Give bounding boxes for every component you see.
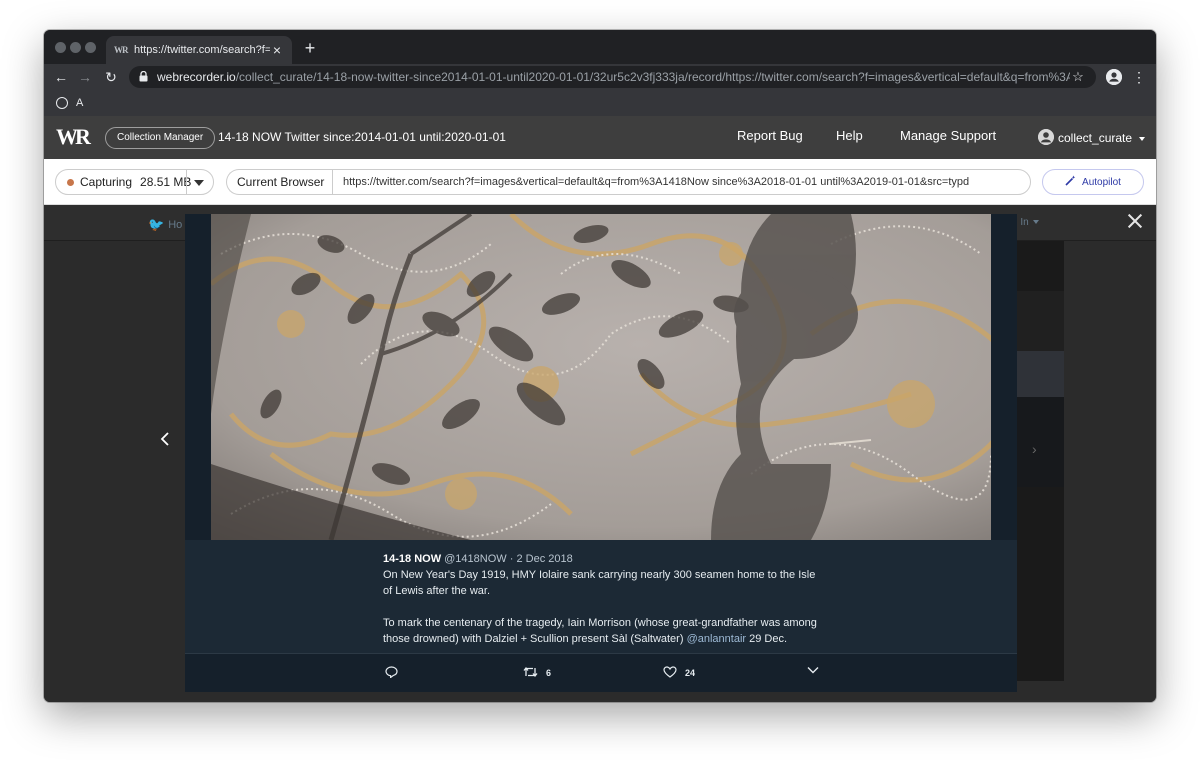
collection-manager-button[interactable]: Collection Manager [105,127,216,149]
bookmark-item[interactable]: A [76,97,83,109]
reply-button[interactable] [385,666,406,680]
user-menu[interactable]: collect_curate [1058,131,1146,145]
capture-size: 28.51 MB [140,175,192,189]
capture-dropdown-icon[interactable] [194,180,204,186]
bookmarks-bar: A [44,90,1156,116]
capture-status-label: Capturing [80,175,133,189]
tweet-author-handle[interactable]: @1418NOW [444,553,507,565]
autopilot-button[interactable]: Autopilot [1042,169,1144,195]
tab-title: https://twitter.com/search?f=ima [134,44,270,56]
lock-icon [139,70,151,84]
retweet-button[interactable]: 6 [523,666,551,680]
tab-favicon-icon: WR [114,45,129,55]
grid-next-icon: › [1032,441,1037,457]
bookmark-star-icon[interactable]: ☆ [1070,69,1086,85]
magic-wand-icon [1065,175,1076,189]
globe-icon[interactable] [56,97,68,109]
collection-title[interactable]: 14-18 NOW Twitter since:2014-01-01 until… [218,130,506,144]
report-bug-link[interactable]: Report Bug [737,128,803,143]
close-modal-icon[interactable] [1128,214,1142,228]
previous-image-icon[interactable] [158,431,172,452]
address-url: webrecorder.io/collect_curate/14-18-now-… [157,70,1070,84]
autopilot-label: Autopilot [1082,176,1121,188]
capture-status[interactable]: Capturing 28.51 MB [55,169,214,195]
browser-menu-icon[interactable]: ⋮ [1132,67,1146,87]
twitter-home-link[interactable]: 🐦 Ho [148,217,182,233]
chevron-down-icon [807,666,827,676]
user-avatar-icon[interactable] [1038,129,1054,145]
manage-support-link[interactable]: Manage Support [900,128,996,143]
tweet-date[interactable]: · 2 Dec 2018 [510,553,573,565]
retweet-count: 6 [546,668,552,678]
profile-icon[interactable] [1106,69,1122,85]
tweet-mention-link[interactable]: @anlanntair [687,633,746,645]
browser-select[interactable]: Current Browser [226,169,332,209]
like-count: 24 [685,668,696,678]
browser-toolbar: ← → ↻ webrecorder.io/collect_curate/14-1… [44,64,1156,90]
help-link[interactable]: Help [836,128,863,143]
close-window-icon[interactable] [55,42,66,53]
heart-icon [663,666,685,680]
replay-content: 🐦 Ho g In › 14-18 NOW @1418NOW · 2 Dec 2… [44,205,1156,702]
maximize-window-icon[interactable] [85,42,96,53]
retweet-icon [523,666,546,680]
tweet-details: 14-18 NOW @1418NOW · 2 Dec 2018 On New Y… [185,540,1017,653]
back-icon[interactable]: ← [51,67,71,87]
browser-window: WR https://twitter.com/search?f=ima × + … [44,30,1156,702]
tweet-text-line2: To mark the centenary of the tragedy, Ia… [383,617,817,645]
minimize-window-icon[interactable] [70,42,81,53]
recording-dot-icon [67,178,74,186]
image-modal: 14-18 NOW @1418NOW · 2 Dec 2018 On New Y… [185,214,1017,692]
tweet-author-name[interactable]: 14-18 NOW [383,553,441,565]
tweet-photo[interactable] [211,214,991,540]
address-bar[interactable]: webrecorder.io/collect_curate/14-18-now-… [129,66,1096,88]
forward-icon[interactable]: → [75,67,95,87]
wr-logo[interactable]: WR [56,124,91,150]
wr-header: WR Collection Manager 14-18 NOW Twitter … [44,116,1156,159]
new-tab-icon[interactable]: + [300,38,320,58]
reload-icon[interactable]: ↻ [101,67,121,87]
tab-close-icon[interactable]: × [270,42,284,58]
tweet-text-line1: On New Year's Day 1919, HMY Iolaire sank… [383,569,816,597]
capture-bar: Capturing 28.51 MB Current Browser Autop… [44,159,1156,209]
browser-tab[interactable]: WR https://twitter.com/search?f=ima × [106,36,292,64]
reply-icon [385,666,406,680]
like-button[interactable]: 24 [663,666,695,680]
tab-strip: WR https://twitter.com/search?f=ima × + [44,30,1156,64]
twitter-bird-icon: 🐦 [148,217,165,232]
tweet-actions: 6 24 [185,653,1017,692]
capture-url-input[interactable] [332,169,1031,195]
more-options-button[interactable] [807,666,827,676]
twitter-image-grid: › [1016,241,1064,681]
